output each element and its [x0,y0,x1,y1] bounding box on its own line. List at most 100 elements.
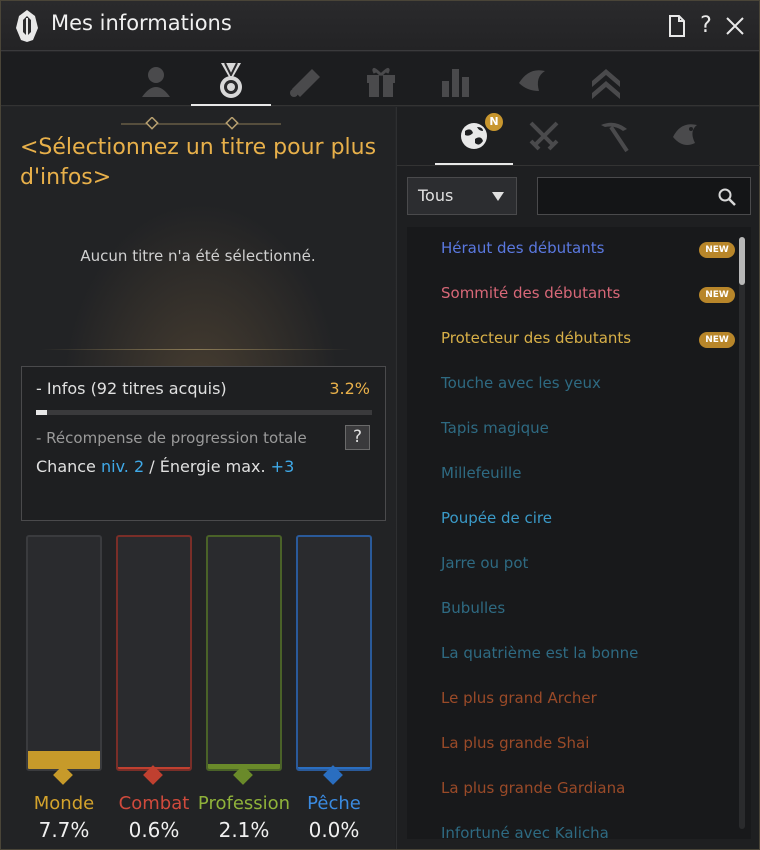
crossed-swords-icon [529,121,559,151]
tab-profile[interactable] [126,58,186,104]
title-list[interactable]: Héraut des débutants NEW Sommité des début… [407,227,751,839]
select-title-heading: <Sélectionnez un titre pour plus d'infos… [20,135,377,190]
category-bar-frame [26,535,102,771]
scroll-icon [290,69,320,97]
title-list-item[interactable]: La plus grande Shai [407,722,737,767]
title-detail-panel: <Sélectionnez un titre pour plus d'infos… [1,107,395,849]
title-list-item[interactable]: Tapis magique [407,407,737,452]
title-name: La plus grande Shai [441,734,590,752]
category-bar-frame [206,535,282,771]
total-progress-fill [36,410,47,415]
category-percent: 0.6% [128,818,180,842]
category-bar-0[interactable] [26,535,102,785]
subtab-fishing[interactable] [649,113,719,159]
title-list-item[interactable]: Le plus grand Archer [407,677,737,722]
title-bar[interactable]: Mes informations ? [1,1,759,51]
category-name: Monde [33,793,95,814]
luck-level: niv. 2 [100,457,145,476]
total-progress-bar [36,410,372,415]
tab-scroll[interactable] [276,58,336,104]
title-list-item[interactable]: Sommité des débutants NEW [407,272,737,317]
search-icon[interactable] [718,188,736,206]
category-bar-1[interactable] [116,535,192,785]
category-bar-frame [116,535,192,771]
category-name: Pêche [307,793,361,814]
subtab-world[interactable]: N [435,113,513,165]
no-title-selected-text: Aucun titre n'a été sélectionné. [80,247,316,265]
titles-acquired-label: - Infos (92 titres acquis) [36,379,227,398]
globe-icon [461,123,487,149]
title-list-item[interactable]: Infortuné avec Kalicha [407,812,737,839]
main-tabs [1,52,759,106]
tab-titles[interactable] [191,58,271,106]
title-list-item[interactable]: Touche avec les yeux [407,362,737,407]
new-badge: NEW [699,287,735,303]
tab-stats[interactable] [426,58,486,104]
scrollbar[interactable] [739,237,745,829]
help-icon[interactable]: ? [694,13,718,39]
titles-acquired-percent: 3.2% [329,379,370,398]
title-name: Tapis magique [441,419,549,437]
category-name: Profession [197,793,291,814]
fish-hook-icon [519,70,545,91]
title-name: La plus grande Gardiana [441,779,626,797]
title-list-item[interactable]: Millefeuille [407,452,737,497]
divider [41,349,351,350]
subtabs-divider [397,165,760,166]
title-name: Sommité des débutants [441,284,621,302]
title-search-input[interactable] [537,177,751,215]
progress-info-box: - Infos (92 titres acquis) 3.2% - Récomp… [21,366,386,521]
title-list-item[interactable]: Protecteur des débutants NEW [407,317,737,362]
title-name: Protecteur des débutants [441,329,632,347]
ornament-divider [121,117,281,130]
title-name: Jarre ou pot [441,554,529,572]
title-name: Poupée de cire [441,509,552,527]
category-percent: 2.1% [218,818,270,842]
title-name: Touche avec les yeux [441,374,601,392]
title-name: Infortuné avec Kalicha [441,824,609,839]
close-icon[interactable] [723,13,747,39]
title-list-item[interactable]: Héraut des débutants NEW [407,227,737,272]
document-icon[interactable] [665,13,689,39]
tab-gift[interactable] [351,58,411,104]
title-list-item[interactable]: La quatrième est la bonne [407,632,737,677]
category-percent: 0.0% [308,818,360,842]
tab-rank[interactable] [576,58,636,104]
new-badge: NEW [699,332,735,348]
gift-icon [367,68,395,97]
category-name: Combat [118,793,190,814]
new-badge: N [485,113,503,131]
rank-chevron-icon [592,69,620,99]
subtab-profession[interactable] [579,113,649,159]
reward-values: Chance niv. 2 / Énergie max. +3 [36,457,294,476]
title-name: Bubulles [441,599,506,617]
category-bar-2[interactable] [206,535,282,785]
category-bar-3[interactable] [296,535,372,785]
title-list-item[interactable]: La plus grande Gardiana [407,767,737,812]
category-percent: 7.7% [38,818,90,842]
subtab-combat[interactable] [509,113,579,159]
title-list-item[interactable]: Jarre ou pot [407,542,737,587]
scroll-thumb[interactable] [739,237,745,285]
new-badge: NEW [699,242,735,258]
tab-fishing[interactable] [501,58,561,104]
bar-chart-icon [442,69,469,97]
pickaxe-icon [601,122,629,153]
title-list-item[interactable]: Bubulles [407,587,737,632]
fish-icon [673,124,697,145]
helmet-logo-icon [16,10,38,42]
reward-prefix: Chance [36,457,101,476]
title-list-item[interactable]: Poupée de cire [407,497,737,542]
medal-icon [220,62,242,98]
title-name: Le plus grand Archer [441,689,597,707]
window-title: Mes informations [51,11,232,35]
reward-label: - Récompense de progression totale [36,429,307,447]
reward-help-button[interactable]: ? [345,425,370,450]
category-filter-dropdown[interactable]: Tous [407,177,517,215]
title-name: Héraut des débutants [441,239,605,257]
my-info-window: Mes informations ? <Sélectionnez un titr… [0,0,760,850]
reward-middle: / Énergie max. [144,457,271,476]
title-name: La quatrième est la bonne [441,644,639,662]
title-list-panel: N Tous Héraut des débutants NEW Sommité de… [396,107,760,849]
person-icon [142,67,170,97]
